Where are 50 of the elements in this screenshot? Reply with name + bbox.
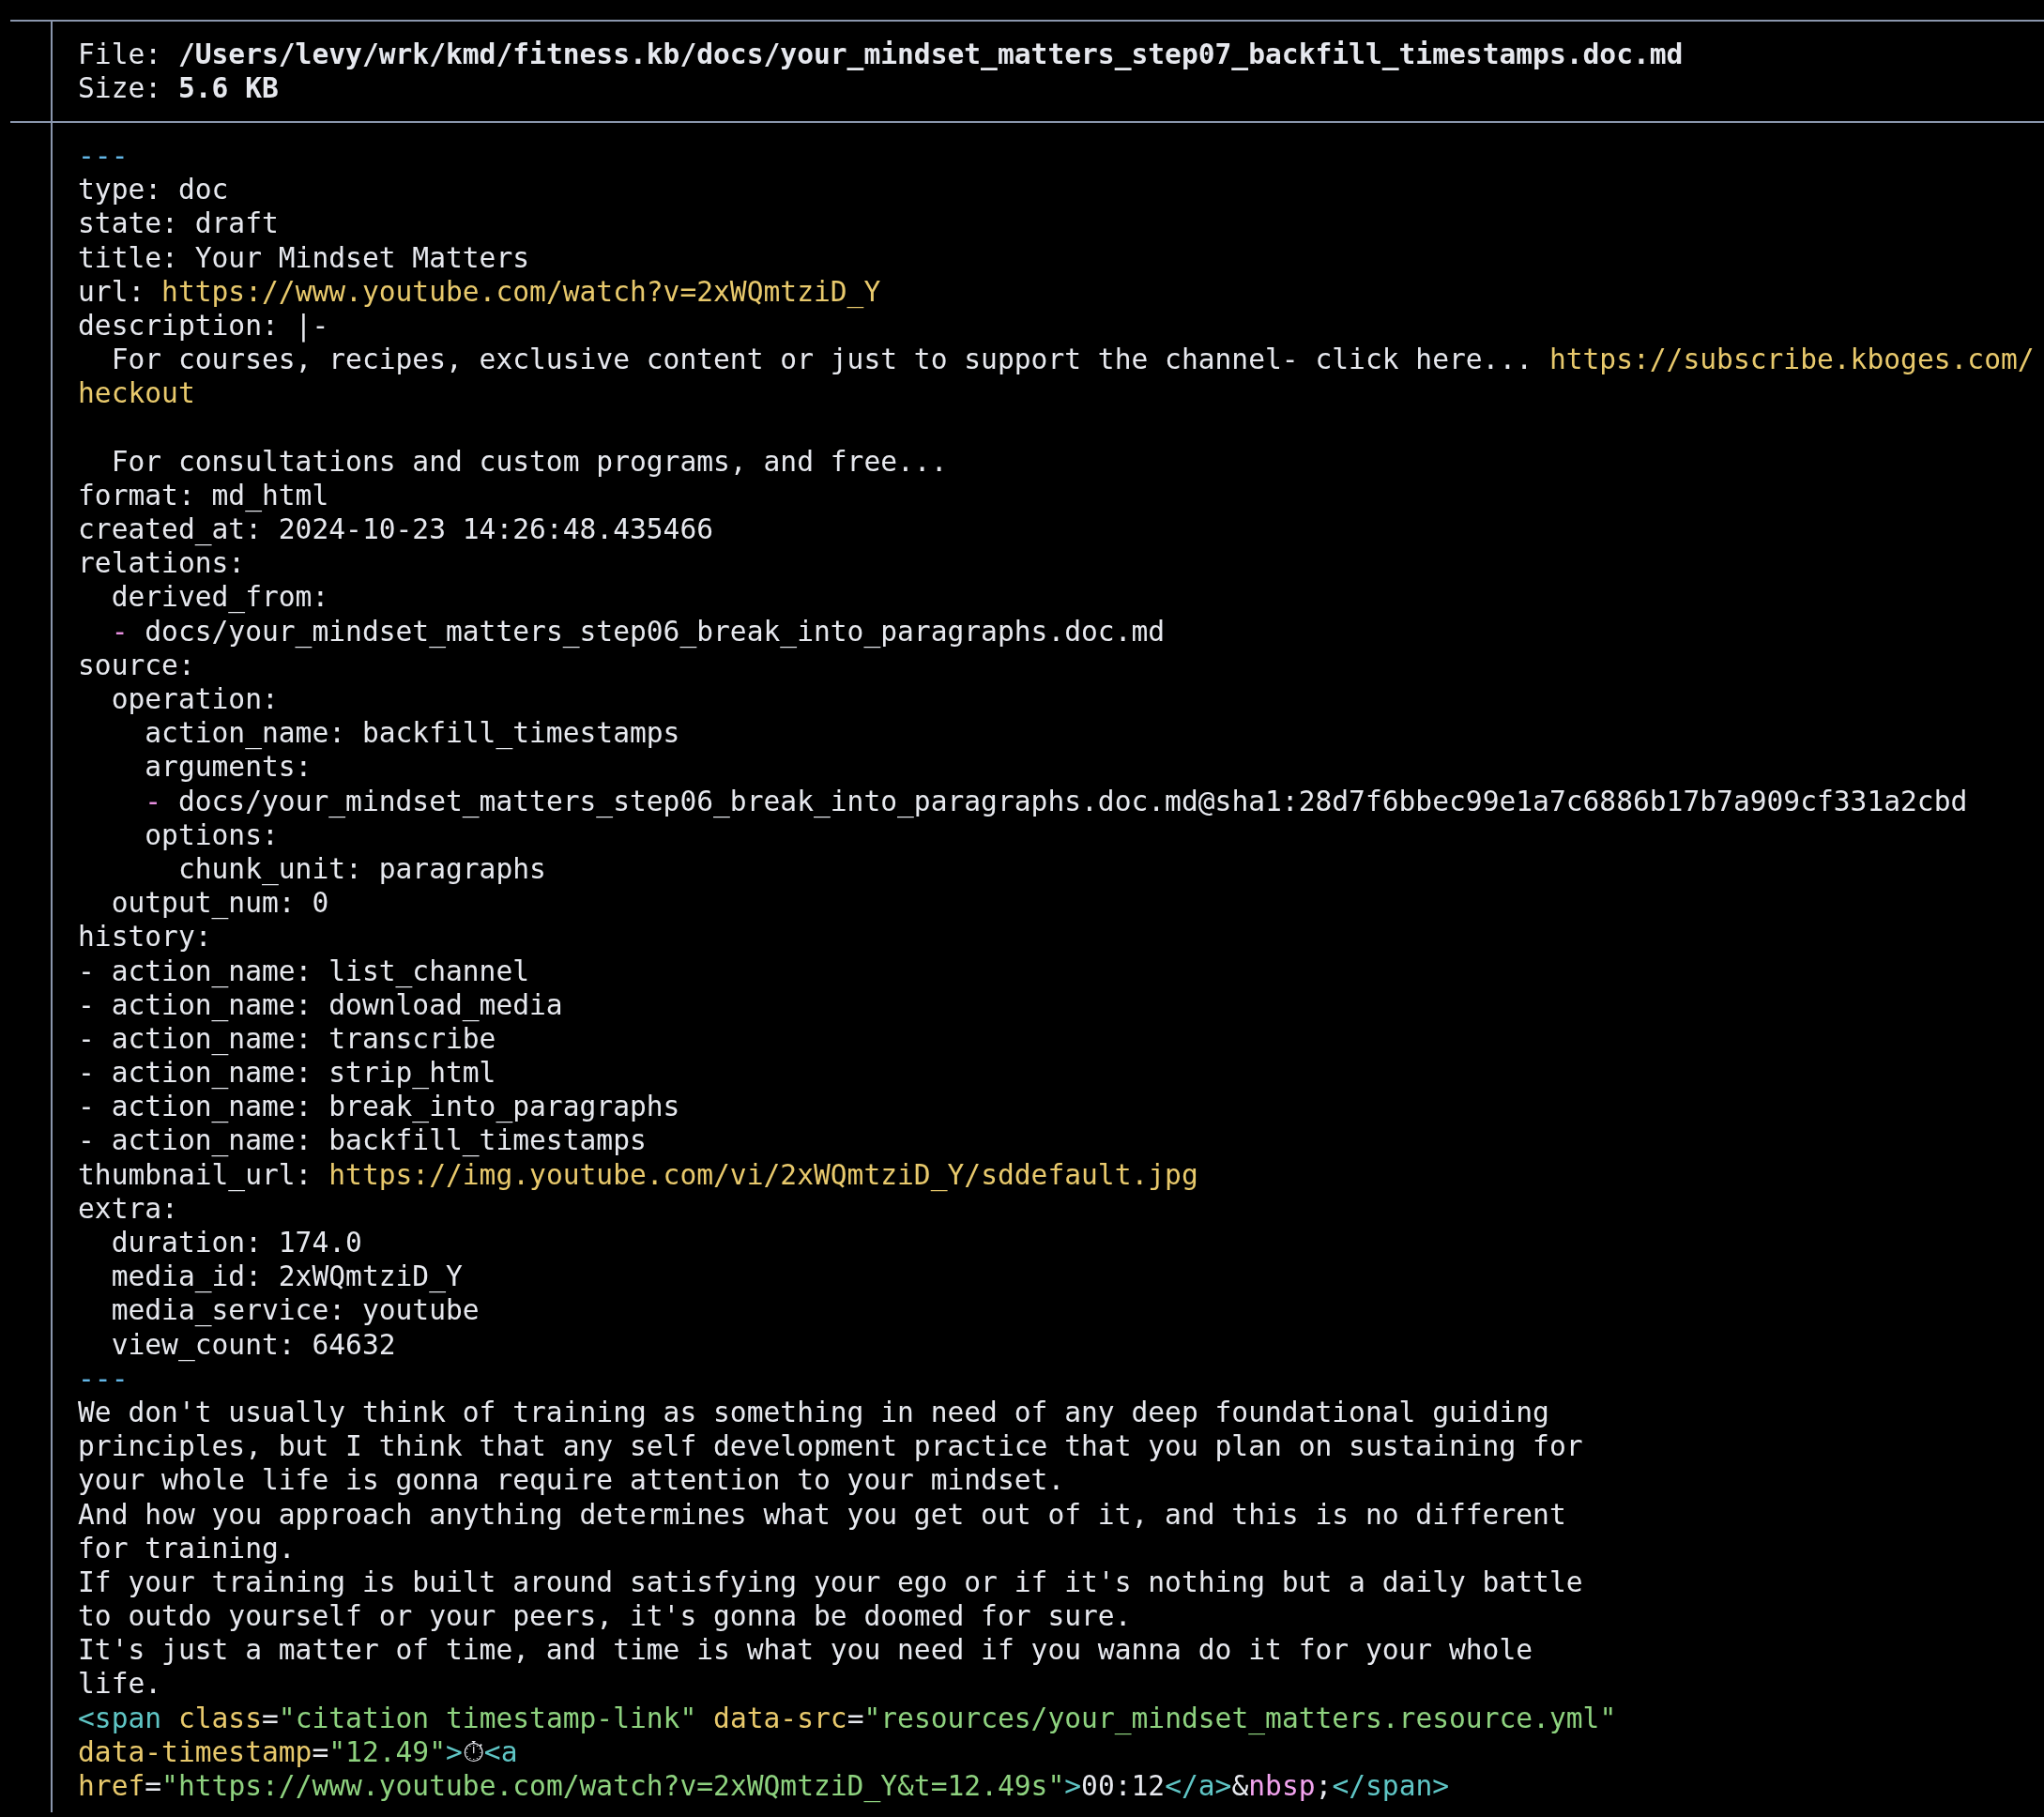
code-line: chunk_unit: paragraphs [176, 851, 547, 887]
code-line: - action_name: transcribe [78, 1022, 497, 1057]
code-line: heckout [78, 376, 196, 411]
code-line: options: [144, 818, 280, 852]
code-line: <span class="citation timestamp-link" data-src="resources/your_mindset_matters.resource.yml" [78, 1701, 1618, 1735]
code-line: output_num: 0 [110, 886, 330, 921]
code-line: url: https://www.youtube.com/watch?v=2xWQmtziD_Y [78, 274, 882, 309]
code-line: history: [78, 920, 213, 954]
code-line: - action_name: backfill_timestamps [78, 1123, 648, 1158]
code-line: - action_name: break_into_paragraphs [78, 1090, 681, 1124]
code-line: duration: 174.0 [110, 1226, 363, 1260]
code-line: media_service: youtube [110, 1293, 480, 1328]
code-line: principles, but I think that any self development practice that you plan on sustaining for [78, 1429, 1584, 1464]
code-line: view_count: 64632 [110, 1327, 397, 1362]
code-line: title: Your Mindset Matters [78, 240, 531, 275]
file-info-line: File: /Users/levy/wrk/kmd/fitness.kb/docs/your_mindset_matters_step07_backfill_timestamps.doc.md [78, 38, 1684, 71]
code-line: - docs/your_mindset_matters_step06_break_into_paragraphs.doc.md [110, 614, 1167, 649]
code-line: arguments: [144, 750, 313, 785]
code-line: media_id: 2xWQmtziD_Y [110, 1260, 464, 1294]
code-line: - action_name: download_media [78, 988, 564, 1022]
file-info-line: Size: 5.6 KB [78, 71, 280, 105]
code-line: state: draft [78, 206, 280, 241]
code-line: - action_name: list_channel [78, 954, 531, 988]
code-line: extra: [78, 1192, 179, 1226]
code-line: We don't usually think of training as something in need of any deep foundational guiding [78, 1395, 1550, 1430]
code-line: And how you approach anything determines what you get out of it, and this is no different [78, 1497, 1567, 1532]
code-line: - action_name: strip_html [78, 1056, 497, 1091]
code-line: your whole life is gonna require attention to your mindset. [78, 1463, 1066, 1498]
code-line: --- [78, 1362, 130, 1396]
code-line: to outdo yourself or your peers, it's gonna be doomed for sure. [78, 1599, 1133, 1634]
code-line: derived_from: [110, 580, 330, 615]
code-line: data-timestamp="12.49">⏱<a [78, 1734, 519, 1769]
code-line: It's just a matter of time, and time is what you need if you wanna do it for your whole [78, 1633, 1534, 1668]
code-line: relations: [78, 546, 247, 581]
code-line: type: doc [78, 173, 230, 207]
code-line: for training. [78, 1531, 297, 1565]
code-line: life. [78, 1667, 163, 1702]
code-line: thumbnail_url: https://img.youtube.com/vi/2xWQmtziD_Y/sddefault.jpg [78, 1157, 1199, 1192]
code-line: For consultations and custom programs, and free... [110, 444, 949, 479]
code-line: --- [78, 139, 130, 174]
code-line: If your training is built around satisfying your ego or if it's nothing but a daily battle [78, 1565, 1584, 1600]
code-line: href="https://www.youtube.com/watch?v=2xWQmtziD_Y&t=12.49s">00:12</a>&nbsp;</span> [78, 1769, 1451, 1804]
code-line: operation: [110, 682, 280, 717]
code-line: format: md_html [78, 478, 330, 513]
code-line: description: |- [78, 309, 330, 344]
code-line: - docs/your_mindset_matters_step06_break_into_paragraphs.doc.md@sha1:28d7f6bbec99e1a7c6886b17b7a909cf331a2cbd [144, 784, 1969, 818]
code-line: source: [78, 649, 196, 682]
code-line: action_name: backfill_timestamps [144, 716, 681, 751]
code-line: created_at: 2024-10-23 14:26:48.435466 [78, 512, 715, 547]
code-line: For courses, recipes, exclusive content or just to support the channel- click here... https://subscribe.kboges.com/ [110, 343, 2035, 377]
